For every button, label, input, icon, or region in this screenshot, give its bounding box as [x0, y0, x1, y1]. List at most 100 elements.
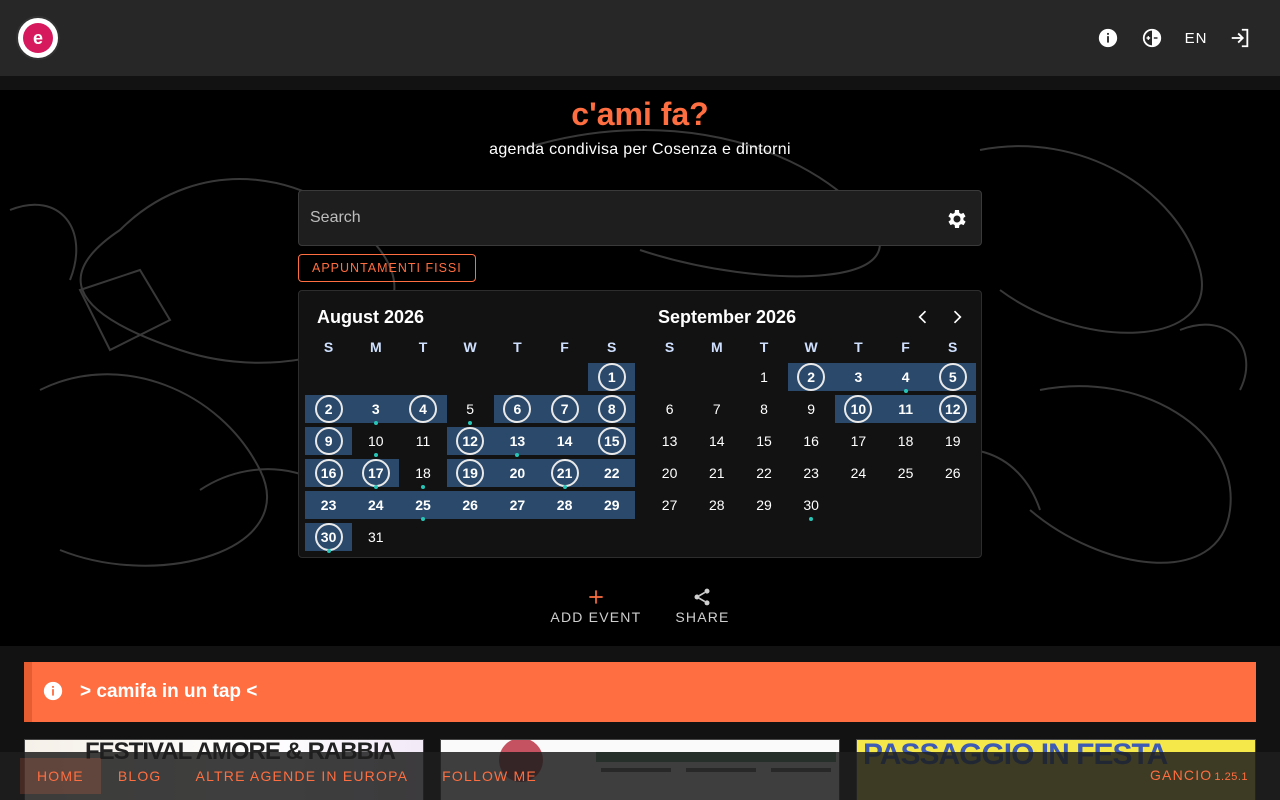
event-indicator-dot: [809, 517, 814, 521]
footer-link-home[interactable]: HOME: [20, 758, 101, 794]
hero-actions: ADD EVENT SHARE: [0, 586, 1280, 625]
calendar-day[interactable]: 21: [693, 459, 740, 487]
calendar-day-number: 26: [944, 465, 961, 481]
event-indicator-dot: [420, 485, 425, 489]
calendar-day[interactable]: 5: [447, 395, 494, 425]
calendar-day[interactable]: 15: [740, 427, 787, 455]
calendar-day[interactable]: 30: [788, 491, 835, 521]
language-switch[interactable]: EN: [1174, 20, 1218, 56]
calendar-day-number: 28: [556, 497, 573, 513]
calendar-day-number: 12: [456, 427, 485, 455]
calendar-navigation: [911, 305, 969, 329]
calendar-day-number: 25: [415, 497, 431, 513]
calendar-day-number: 9: [314, 427, 343, 455]
chevron-left-icon[interactable]: [911, 305, 935, 329]
calendar-day[interactable]: 13: [646, 427, 693, 455]
weekday-label: W: [804, 339, 818, 355]
share-label: SHARE: [675, 609, 730, 625]
add-event-label: ADD EVENT: [550, 609, 642, 625]
calendar-week-row: 30 31: [305, 523, 635, 553]
event-indicator-dot: [420, 517, 425, 521]
add-event-button[interactable]: ADD EVENT: [550, 586, 641, 625]
page-title: c'ami fa?: [571, 96, 709, 132]
theme-toggle-icon[interactable]: [1130, 20, 1174, 56]
calendar-day[interactable]: 22: [740, 459, 787, 487]
calendar-day-number: 7: [712, 401, 721, 417]
calendar-week-row: 16 17 18 19 20 21 22: [305, 459, 636, 489]
calendar-day[interactable]: 8: [740, 395, 787, 423]
footer-nav: HOME BLOG ALTRE AGENDE IN EUROPA FOLLOW …: [0, 752, 1280, 800]
calendar-day[interactable]: 18: [882, 427, 929, 455]
calendar-day-number: 22: [756, 465, 772, 481]
calendar-day-number: 25: [897, 465, 914, 481]
event-indicator-dot: [468, 421, 473, 425]
site-logo[interactable]: e: [16, 16, 60, 60]
search-input[interactable]: [299, 191, 919, 245]
calendar-day-number: 24: [850, 465, 867, 481]
calendar-day-number: 12: [938, 395, 967, 423]
calendar-week-row: 6 7 8 9 10 11 12: [646, 395, 977, 423]
footer-link-other-agendas[interactable]: ALTRE AGENDE IN EUROPA: [179, 758, 426, 794]
plus-icon: [585, 586, 607, 608]
calendar-day-number: 18: [415, 465, 431, 481]
footer-link-blog[interactable]: BLOG: [101, 758, 179, 794]
calendar-day-number: 16: [803, 433, 819, 449]
calendar-day[interactable]: 1: [740, 363, 787, 391]
weekday-label: T: [759, 339, 769, 355]
calendar-day-number: 27: [661, 497, 678, 513]
announcement-banner[interactable]: > camifa in un tap <: [24, 662, 1256, 722]
weekday-label: S: [607, 339, 617, 355]
calendar-day[interactable]: 16: [788, 427, 835, 455]
calendar-day-number: 15: [597, 427, 626, 455]
gancio-version: 1.25.1: [1214, 771, 1248, 783]
calendar-day[interactable]: 27: [646, 491, 693, 519]
calendar-day-number: 16: [314, 459, 343, 487]
calendar-day[interactable]: 19: [929, 427, 976, 455]
top-bar: e EN: [0, 0, 1280, 76]
weekday-label: M: [710, 339, 723, 355]
calendar-day[interactable]: 17: [835, 427, 882, 455]
calendar-day[interactable]: 9: [788, 395, 835, 423]
calendar-day[interactable]: 25: [882, 459, 929, 487]
calendar-day-number: 10: [367, 433, 384, 449]
calendar-day[interactable]: 6: [646, 395, 693, 423]
calendar-day[interactable]: 26: [929, 459, 976, 487]
calendar-day[interactable]: 14: [693, 427, 740, 455]
calendar-day-number: 7: [550, 395, 579, 423]
gancio-brand[interactable]: GANCIO 1.25.1: [1150, 767, 1248, 783]
calendar-day[interactable]: 31: [352, 523, 399, 551]
share-button[interactable]: SHARE: [675, 586, 729, 625]
event-indicator-dot: [326, 549, 331, 553]
calendar-day-number: 23: [320, 497, 337, 513]
calendar-day-number: 13: [661, 433, 678, 449]
calendar-day-number: 31: [367, 529, 384, 545]
calendar-day-number: 1: [760, 369, 768, 385]
calendar-day[interactable]: 18: [399, 459, 446, 489]
chevron-right-icon[interactable]: [945, 305, 969, 329]
login-icon[interactable]: [1218, 20, 1262, 56]
footer-link-follow-me[interactable]: FOLLOW ME: [425, 758, 554, 794]
calendar-day[interactable]: 20: [646, 459, 693, 487]
calendar-day[interactable]: 29: [740, 491, 787, 519]
info-icon[interactable]: [1086, 20, 1130, 56]
search-box: [298, 190, 982, 246]
calendar-day[interactable]: 24: [835, 459, 882, 487]
gear-icon[interactable]: [945, 207, 969, 231]
calendar-day[interactable]: 23: [788, 459, 835, 487]
calendar-day[interactable]: 10: [352, 427, 399, 457]
banner-text: > camifa in un tap <: [80, 681, 258, 702]
calendar-day[interactable]: 7: [693, 395, 740, 423]
info-icon: [42, 680, 64, 702]
calendar-week-row: 20 21 22 23 24 25 26: [646, 459, 976, 487]
calendar-day-number: 9: [807, 401, 816, 417]
fixed-events-button[interactable]: APPUNTAMENTI FISSI: [298, 254, 476, 282]
calendar-day[interactable]: 28: [693, 491, 740, 519]
weekday-label: T: [854, 339, 863, 355]
calendar-day[interactable]: 11: [399, 427, 446, 455]
calendar-day-number: 19: [944, 433, 961, 449]
calendar-day-number: 6: [665, 401, 674, 417]
event-indicator-dot: [903, 389, 908, 393]
calendar-week-row: 12345: [646, 363, 977, 393]
calendar-week-row: 23 24 25 26 27 28 29: [305, 491, 636, 521]
calendar-day-number: 8: [760, 401, 768, 417]
